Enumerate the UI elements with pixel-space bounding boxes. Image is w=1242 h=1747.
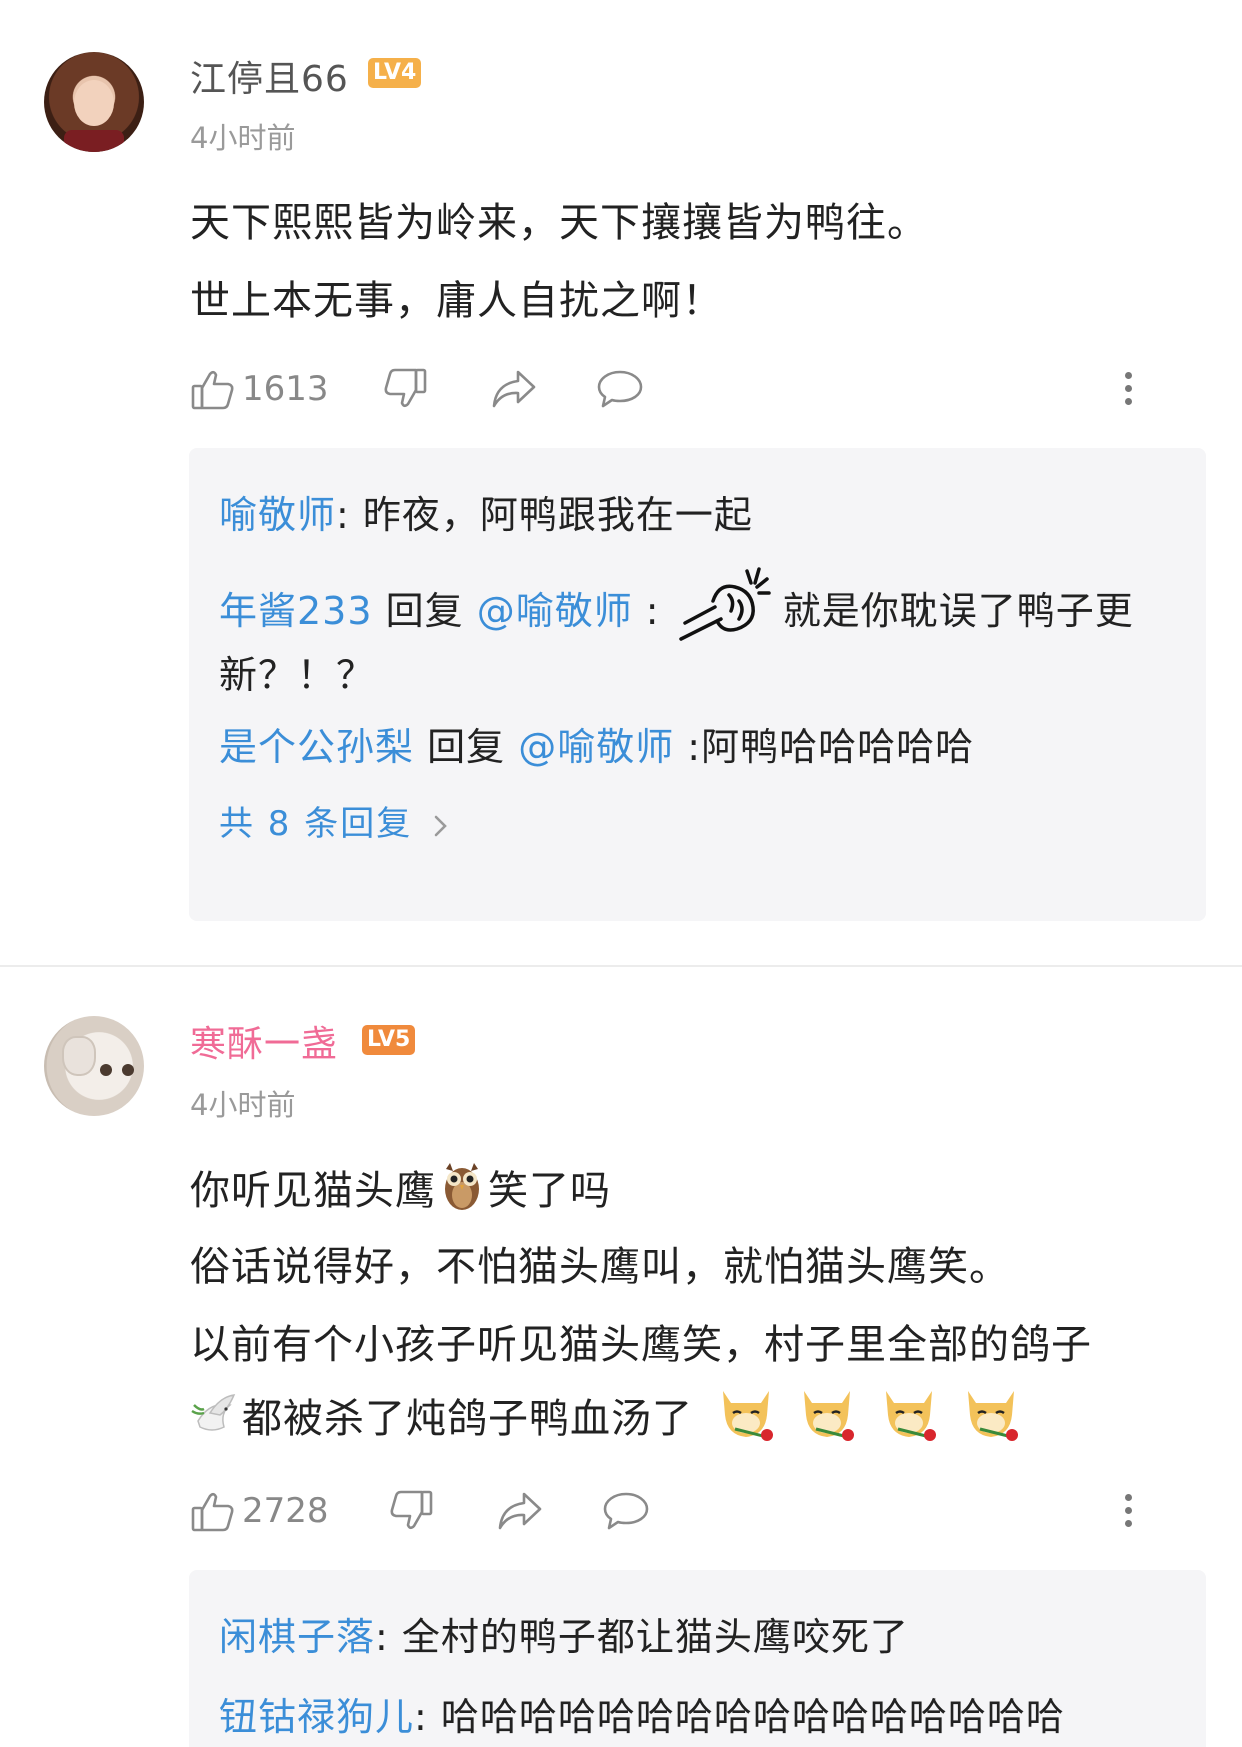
owl-icon (445, 1163, 479, 1210)
reply-author[interactable]: 年酱233 (219, 589, 373, 633)
reply-text: 阿鸭哈哈哈哈哈 (701, 725, 975, 769)
reply-item: 闲棋子落: 全村的鸭子都让猫头鹰咬死了 (219, 1606, 909, 1661)
like-count: 2728 (242, 1491, 329, 1531)
fist-punch-icon (678, 566, 771, 641)
text-segment: 都被杀了炖鸽子鸭血汤了 (242, 1396, 693, 1442)
reply-button[interactable] (596, 364, 644, 414)
comment-text-line: 你听见猫头鹰 笑了吗 (190, 1158, 611, 1216)
share-button[interactable] (490, 364, 538, 414)
reply-author[interactable]: 喻敬师 (219, 493, 336, 537)
thumbs-down-icon (390, 1490, 433, 1530)
more-vertical-icon (1125, 1494, 1132, 1501)
comment-text-line: 以前有个小孩子听见猫头鹰笑，村子里全部的鸽子 (190, 1322, 1092, 1368)
reply-sep: : (674, 725, 702, 769)
action-bar: 2728 (190, 1486, 1190, 1536)
more-dot (1125, 1520, 1132, 1527)
reply-target[interactable]: @喻敬师 (477, 589, 633, 633)
thumbs-up-icon (191, 1492, 234, 1532)
reply-target[interactable]: @喻敬师 (518, 725, 674, 769)
more-replies-label: 共 8 条回复 (219, 804, 413, 844)
username[interactable]: 江停且66 (190, 50, 349, 102)
like-button[interactable]: 1613 (190, 364, 329, 414)
comment-item: 江停且66 LV4 4小时前 天下熙熙皆为岭来，天下攘攘皆为鸭往。 世上本无事，… (0, 0, 1242, 960)
chevron-right-icon (434, 815, 447, 836)
like-count: 1613 (242, 369, 329, 409)
dove-icon (191, 1394, 236, 1431)
avatar[interactable] (44, 1016, 144, 1116)
reply-text: 就是你耽误了鸭子更 (782, 589, 1134, 633)
more-options-button[interactable] (1118, 1486, 1138, 1536)
reply-item: 是个公孙梨 回复 @喻敬师 :阿鸭哈哈哈哈哈 (219, 716, 974, 771)
avatar-paw (62, 1036, 96, 1076)
reply-sep: : (414, 1695, 441, 1739)
doge-rose-icon (967, 1391, 1018, 1441)
doge-rose-icon (722, 1391, 773, 1441)
reply-sep: : (336, 493, 363, 537)
doge-rose-icon (886, 1391, 937, 1441)
reply-button[interactable] (602, 1486, 650, 1536)
thumbs-up-icon (191, 370, 234, 410)
reply-text: 全村的鸭子都让猫头鹰咬死了 (401, 1615, 909, 1659)
timestamp: 4小时前 (190, 1088, 296, 1122)
reply-text: 昨夜，阿鸭跟我在一起 (362, 493, 753, 537)
reply-item: 钮钴禄狗儿: 哈哈哈哈哈哈哈哈哈哈哈哈哈哈哈哈 (219, 1686, 1065, 1741)
more-vertical-icon (1125, 372, 1132, 379)
avatar[interactable] (44, 52, 144, 152)
username[interactable]: 寒酥一盏 (190, 1015, 338, 1067)
avatar-collar (64, 130, 124, 152)
comment-text-line: 都被杀了炖鸽子鸭血汤了 (190, 1386, 1022, 1444)
like-button[interactable]: 2728 (190, 1486, 329, 1536)
comment-text-line: 天下熙熙皆为岭来，天下攘攘皆为鸭往。 (190, 200, 928, 246)
share-button[interactable] (496, 1486, 544, 1536)
comment-divider (0, 965, 1242, 967)
avatar-eye (122, 1064, 134, 1076)
dislike-button[interactable] (388, 1486, 434, 1536)
reply-preview-box[interactable]: 喻敬师: 昨夜，阿鸭跟我在一起 年酱233 回复 @喻敬师 : 就是你耽误了鸭子… (189, 448, 1206, 921)
speech-bubble-icon (597, 370, 643, 408)
action-bar: 1613 (190, 364, 1190, 414)
more-options-button[interactable] (1118, 364, 1138, 414)
doge-rose-icon (804, 1391, 855, 1441)
reply-author[interactable]: 钮钴禄狗儿 (219, 1695, 414, 1739)
level-badge: LV5 (362, 1025, 416, 1055)
text-segment: 你听见猫头鹰 (190, 1168, 436, 1214)
share-arrow-icon (492, 370, 536, 408)
avatar-eye (100, 1064, 112, 1076)
thumbs-down-icon (384, 368, 427, 408)
reply-author[interactable]: 是个公孙梨 (219, 725, 414, 769)
reply-item-continued: 新？！？ (219, 653, 376, 697)
avatar-face (74, 80, 114, 126)
comment-text-line: 世上本无事，庸人自扰之啊！ (190, 278, 723, 324)
share-arrow-icon (498, 1492, 542, 1530)
reply-item: 喻敬师: 昨夜，阿鸭跟我在一起 (219, 484, 753, 539)
timestamp: 4小时前 (190, 121, 296, 155)
more-dot (1125, 398, 1132, 405)
reply-sep: : (632, 589, 673, 633)
view-all-replies-link[interactable]: 共 8 条回复 (219, 796, 451, 845)
reply-author[interactable]: 闲棋子落 (219, 1615, 375, 1659)
reply-preview-box[interactable]: 闲棋子落: 全村的鸭子都让猫头鹰咬死了 钮钴禄狗儿: 哈哈哈哈哈哈哈哈哈哈哈哈哈… (189, 1570, 1206, 1747)
reply-sep: : (375, 1615, 402, 1659)
dislike-button[interactable] (382, 364, 428, 414)
more-dot (1125, 1507, 1132, 1514)
speech-bubble-icon (603, 1492, 649, 1530)
text-segment: 笑了吗 (488, 1168, 611, 1214)
comment-text-line: 俗话说得好，不怕猫头鹰叫，就怕猫头鹰笑。 (190, 1244, 1010, 1290)
reply-word: 回复 (414, 725, 519, 769)
more-dot (1125, 385, 1132, 392)
level-badge: LV4 (368, 58, 422, 88)
reply-item: 年酱233 回复 @喻敬师 : 就是你耽误了鸭子更 (219, 566, 1134, 641)
reply-text: 哈哈哈哈哈哈哈哈哈哈哈哈哈哈哈哈 (440, 1695, 1065, 1739)
reply-word: 回复 (372, 589, 477, 633)
